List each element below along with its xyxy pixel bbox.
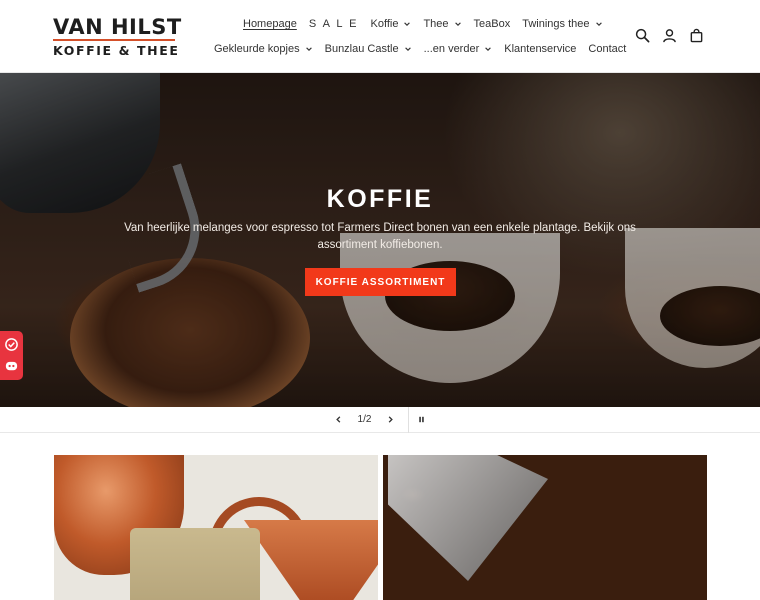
side-review-badge[interactable]	[0, 331, 23, 380]
slideshow-controls: 1/2	[0, 406, 760, 433]
slide-counter: 1/2	[357, 414, 372, 425]
nav-thee[interactable]: Thee	[417, 17, 467, 31]
chevron-down-icon	[404, 47, 411, 51]
nav-teabox[interactable]: TeaBox	[468, 17, 517, 31]
pause-icon	[419, 416, 424, 423]
nav-gekleurde-kopjes[interactable]: Gekleurde kopjes	[208, 42, 319, 56]
nav-koffie[interactable]: Koffie	[365, 17, 418, 31]
nav-bunzlau-castle[interactable]: Bunzlau Castle	[319, 42, 418, 56]
coffee-bag-image	[130, 528, 260, 600]
main-nav-row-1: Homepage S A L E Koffie Thee TeaBox Twin…	[237, 17, 609, 31]
chevron-down-icon	[305, 47, 312, 51]
slide-pause-button[interactable]	[409, 407, 435, 433]
chevron-down-icon	[454, 22, 461, 26]
nav-sale[interactable]: S A L E	[303, 17, 365, 31]
nav-contact[interactable]: Contact	[582, 42, 632, 56]
cart-icon[interactable]	[689, 28, 704, 43]
chevron-down-icon	[485, 47, 492, 51]
chevron-down-icon	[595, 22, 602, 26]
koffie-assortiment-button[interactable]: KOFFIE ASSORTIMENT	[305, 268, 456, 296]
check-badge-icon	[5, 338, 18, 352]
nav-klantenservice[interactable]: Klantenservice	[498, 42, 582, 56]
nav-twinings-thee[interactable]: Twinings thee	[516, 17, 608, 31]
search-icon[interactable]	[635, 28, 650, 43]
hero-banner: KOFFIE Van heerlijke melanges voor espre…	[0, 73, 760, 407]
collection-tile-beans[interactable]	[383, 455, 707, 600]
main-nav-row-2: Gekleurde kopjes Bunzlau Castle ...en ve…	[208, 42, 632, 56]
slide-prev-button[interactable]	[326, 407, 352, 433]
site-header: VAN HILST KOFFIE & THEE Homepage S A L E…	[0, 0, 760, 73]
hero-title: KOFFIE	[326, 185, 434, 213]
chevron-right-icon	[388, 416, 393, 423]
nav-en-verder[interactable]: ...en verder	[418, 42, 499, 56]
chevron-down-icon	[404, 22, 411, 26]
slide-next-button[interactable]	[378, 407, 404, 433]
logo-title: VAN HILST	[53, 15, 182, 39]
account-icon[interactable]	[662, 28, 677, 43]
hero-description: Van heerlijke melanges voor espresso tot…	[124, 222, 636, 251]
logo-subtitle: KOFFIE & THEE	[53, 43, 180, 58]
chevron-left-icon	[336, 416, 341, 423]
header-icons	[635, 28, 704, 43]
logo-divider	[53, 39, 175, 41]
site-logo[interactable]: VAN HILST KOFFIE & THEE	[53, 15, 182, 58]
nav-homepage[interactable]: Homepage	[237, 17, 303, 31]
chat-icon	[5, 361, 18, 370]
collection-tile-equipment[interactable]	[54, 455, 378, 600]
